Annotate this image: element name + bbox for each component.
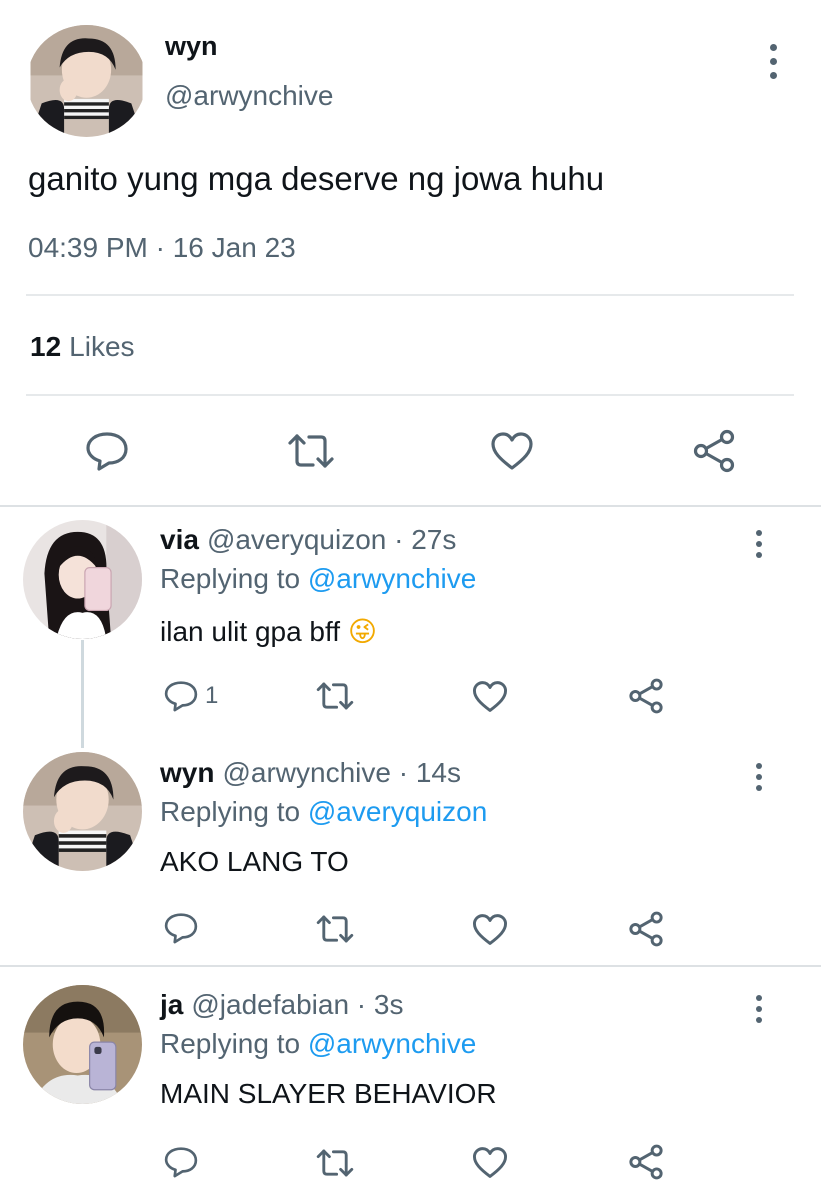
like-icon[interactable] <box>472 680 508 713</box>
retweet-icon[interactable] <box>315 913 355 945</box>
reply-text: MAIN SLAYER BEHAVIOR <box>160 1078 497 1109</box>
section-separator <box>0 965 821 967</box>
winking-tongue-emoji: 😜 <box>347 615 378 648</box>
likes-count[interactable]: 12 Likes <box>30 331 135 363</box>
reply-author-name[interactable]: ja <box>160 989 183 1020</box>
reply-icon[interactable] <box>163 679 199 713</box>
reply-header: ja @jadefabian · 3s <box>160 989 403 1021</box>
reply-icon[interactable] <box>163 1145 199 1179</box>
mention-link[interactable]: @arwynchive <box>308 563 476 594</box>
replying-to: Replying to @arwynchive <box>160 1028 476 1060</box>
author-name[interactable]: wyn <box>165 31 218 62</box>
retweet-icon[interactable] <box>315 1147 355 1179</box>
reply-author-name[interactable]: wyn <box>160 757 214 788</box>
reply-count: 1 <box>205 682 219 709</box>
mention-link[interactable]: @averyquizon <box>308 796 487 827</box>
reply-author-meta[interactable]: @arwynchive · 14s <box>222 757 461 788</box>
tweet-timestamp[interactable]: 04:39 PM · 16 Jan 23 <box>28 232 296 264</box>
replying-to-label: Replying to <box>160 1028 301 1059</box>
like-icon[interactable] <box>472 1146 508 1179</box>
avatar-image <box>23 520 142 639</box>
avatar-image <box>23 985 142 1104</box>
author-handle[interactable]: @arwynchive <box>165 80 333 112</box>
retweet-icon[interactable] <box>315 680 355 712</box>
thread-line <box>81 640 84 748</box>
avatar[interactable] <box>23 985 142 1104</box>
reply-icon[interactable] <box>84 430 130 472</box>
replying-to-label: Replying to <box>160 563 301 594</box>
more-options-icon[interactable] <box>754 763 764 791</box>
reply-author-meta[interactable]: @averyquizon · 27s <box>207 524 456 555</box>
divider <box>26 294 794 296</box>
share-icon[interactable] <box>628 1144 664 1180</box>
reply-text-content: ilan ulit gpa bff <box>160 616 341 647</box>
reply-header: via @averyquizon · 27s <box>160 524 456 556</box>
avatar[interactable] <box>23 520 142 639</box>
tweet-text: ganito yung mga deserve ng jowa huhu <box>28 160 605 197</box>
share-icon[interactable] <box>628 911 664 947</box>
more-options-icon[interactable] <box>768 44 778 79</box>
share-icon[interactable] <box>628 678 664 714</box>
avatar-image <box>23 752 142 871</box>
avatar[interactable] <box>23 752 142 871</box>
avatar-image <box>30 25 143 137</box>
more-options-icon[interactable] <box>754 995 764 1023</box>
replying-to: Replying to @averyquizon <box>160 796 487 828</box>
divider <box>26 394 794 396</box>
reply-author-meta[interactable]: @jadefabian · 3s <box>191 989 403 1020</box>
likes-number: 12 <box>30 331 62 362</box>
reply-text: AKO LANG TO <box>160 846 349 877</box>
reply-text: ilan ulit gpa bff 😜 <box>160 615 377 648</box>
share-icon[interactable] <box>692 429 736 473</box>
like-icon[interactable] <box>490 431 534 471</box>
reply-author-name[interactable]: via <box>160 524 199 555</box>
reply-icon[interactable] <box>163 911 199 945</box>
like-icon[interactable] <box>472 913 508 946</box>
replying-to-label: Replying to <box>160 796 301 827</box>
avatar[interactable] <box>27 25 146 137</box>
reply-header: wyn @arwynchive · 14s <box>160 757 461 789</box>
section-separator <box>0 505 821 507</box>
likes-label: Likes <box>69 331 135 362</box>
replying-to: Replying to @arwynchive <box>160 563 476 595</box>
retweet-icon[interactable] <box>286 431 336 471</box>
mention-link[interactable]: @arwynchive <box>308 1028 476 1059</box>
more-options-icon[interactable] <box>754 530 764 558</box>
